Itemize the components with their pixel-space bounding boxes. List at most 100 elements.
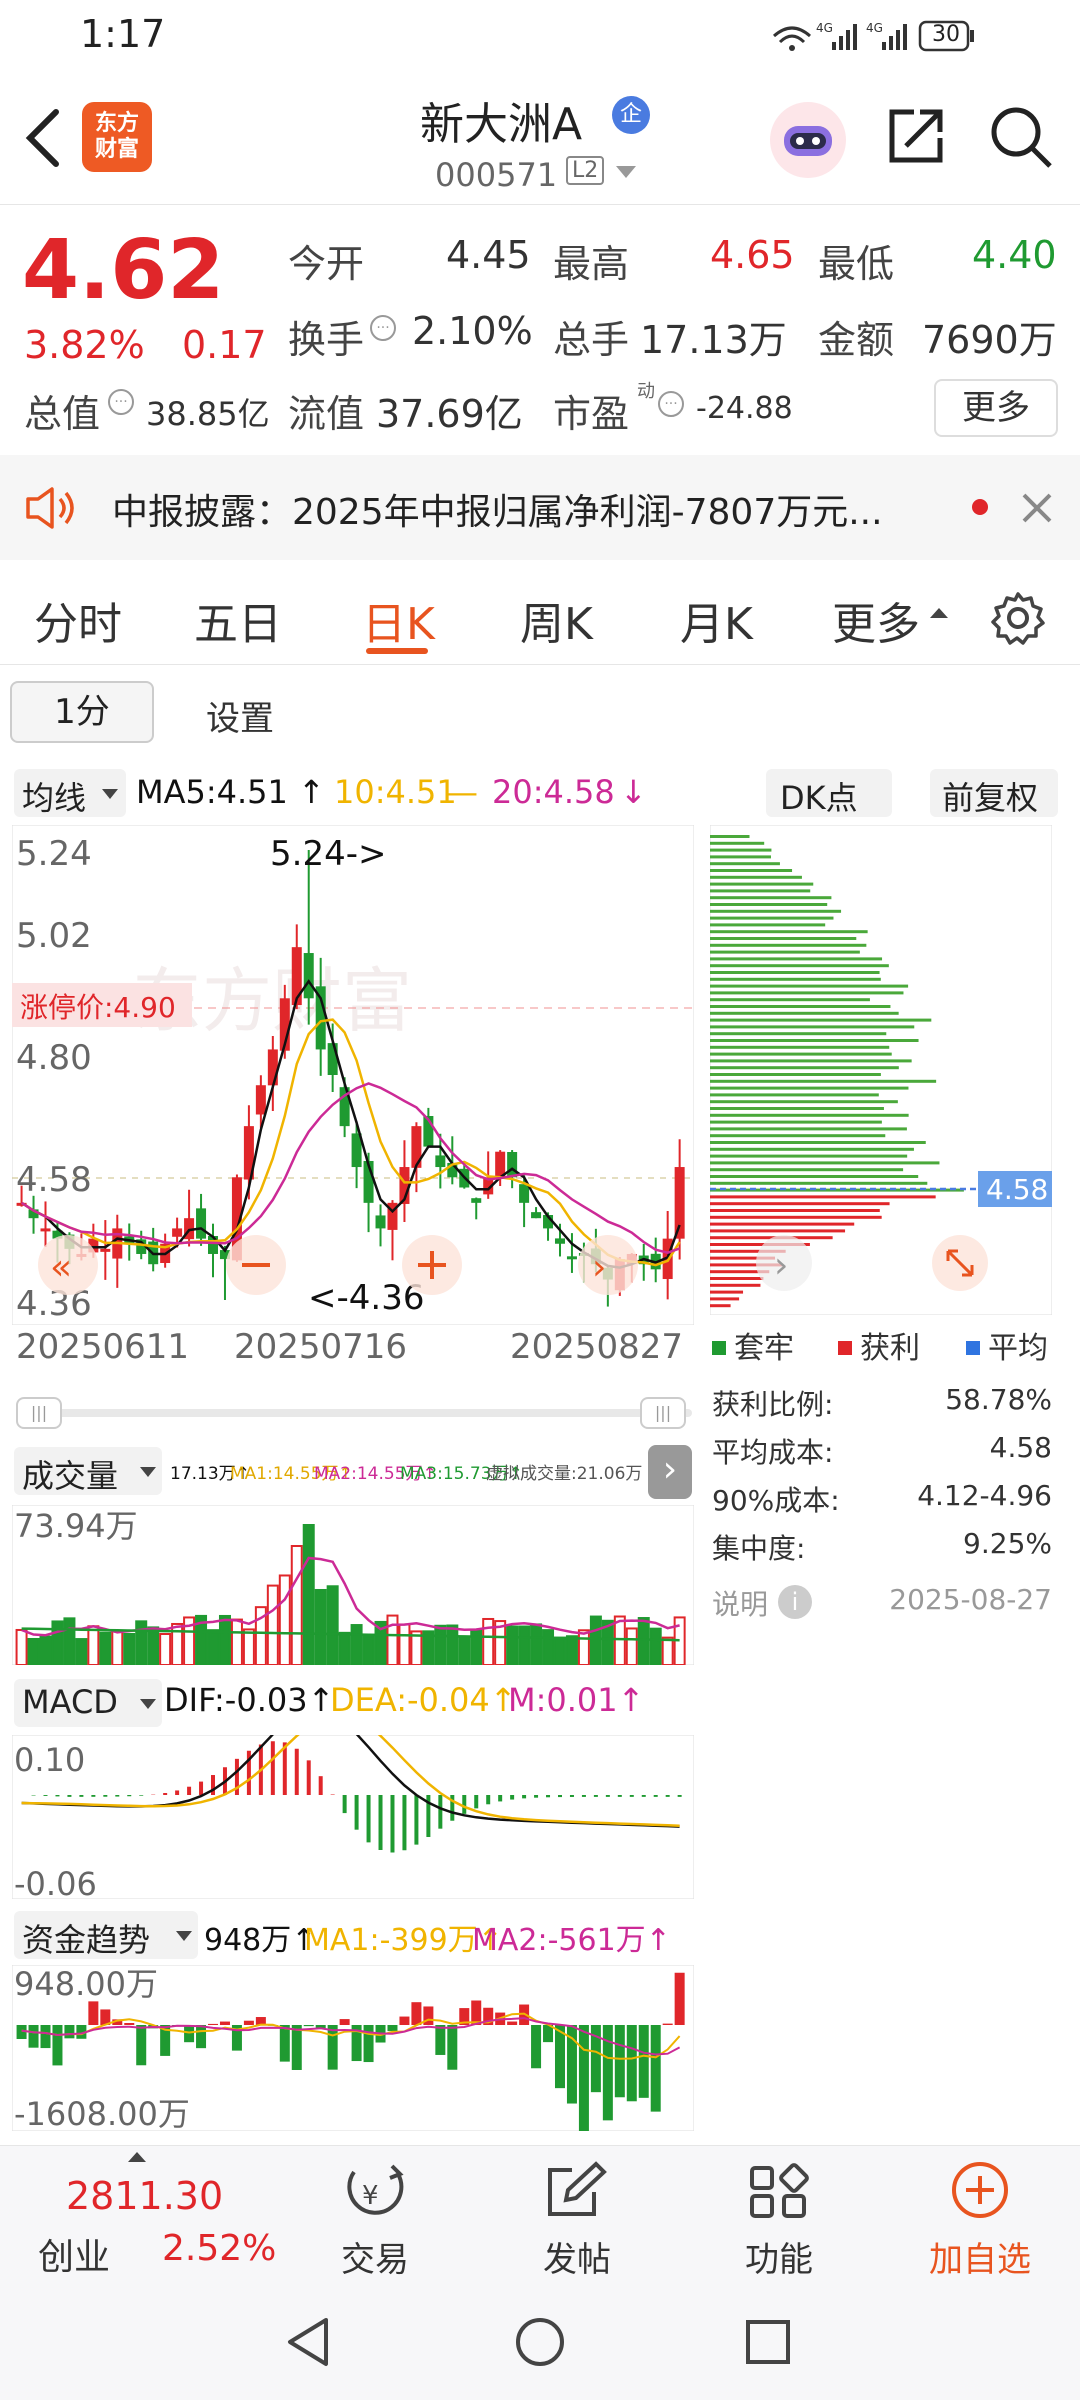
search-icon[interactable] [988, 104, 1054, 170]
chip-bar [710, 1181, 928, 1185]
period-1min-button[interactable]: 1分 [10, 681, 154, 743]
dk-point-button[interactable]: DK点 [766, 769, 892, 817]
chip-bar [710, 1290, 744, 1294]
volume-bar [386, 1614, 399, 1665]
chip-bar [710, 1025, 915, 1029]
notice-text: 中报披露：2025年中报归属净利润-7807万元... [112, 492, 883, 533]
tab-five-day[interactable]: 五日 [194, 588, 282, 652]
index-percent[interactable]: 2.52% [162, 2228, 276, 2269]
share-icon[interactable] [884, 104, 948, 168]
nav-home-icon[interactable] [514, 2316, 566, 2368]
nav-back-icon[interactable] [284, 2316, 334, 2368]
notice-bar[interactable]: 中报披露：2025年中报归属净利润-7807万元... [0, 455, 1080, 560]
double-left-icon: « [50, 1247, 72, 1288]
range-slider-track[interactable] [16, 1409, 692, 1417]
chip-bar [710, 950, 860, 954]
volume-bar [458, 1635, 471, 1665]
add-watchlist-nav-item[interactable]: 加自选 [918, 2160, 1042, 2280]
fund-bar [124, 2023, 135, 2025]
chip-bar [710, 875, 802, 879]
candle-body [531, 1212, 542, 1219]
amount-value: 7690万 [922, 318, 1057, 362]
macd-selector[interactable]: MACD [14, 1679, 162, 1727]
chip-bar [710, 1297, 740, 1301]
tab-more[interactable]: 更多 [832, 588, 920, 652]
expand-panel-button[interactable]: › [648, 1445, 692, 1499]
volume-bar [542, 1629, 555, 1665]
close-icon[interactable] [1020, 491, 1054, 525]
last-price: 4.62 [22, 223, 225, 318]
float-value: 37.69亿 [376, 392, 523, 436]
scroll-right-button[interactable] [578, 1235, 638, 1295]
eastmoney-logo[interactable]: 东方 财富 [82, 102, 152, 172]
fund-trend-selector[interactable]: 资金趋势 [14, 1911, 198, 1959]
tab-intraday[interactable]: 分时 [34, 588, 122, 652]
volume-bar [99, 1631, 112, 1665]
function-nav-item[interactable]: 功能 [734, 2160, 824, 2280]
nav-recents-icon[interactable] [744, 2318, 792, 2366]
caret-down-icon [102, 789, 118, 799]
level2-badge[interactable]: L2 [566, 156, 605, 185]
ma-selector[interactable]: 均线 [14, 769, 126, 817]
chip-bar [710, 1093, 879, 1097]
range-handle-right[interactable]: ||| [640, 1397, 686, 1429]
chip-bar [710, 1195, 936, 1199]
amount-label: 金额 [818, 318, 895, 362]
chip-bar [710, 916, 834, 920]
chip-bar [710, 1086, 909, 1090]
kline-chart[interactable]: 东方财富 涨停价:4.90 5.24 5.02 4.80 4.58 4.36 5… [12, 825, 694, 1325]
adjust-button[interactable]: 前复权 [930, 769, 1058, 817]
chip-bar [710, 848, 772, 852]
gear-icon[interactable] [990, 590, 1046, 646]
chart-area: 均线 MA5:4.51 ↑ 10:4.51 — 20:4.58 ↓ DK点 前复… [0, 765, 1080, 2145]
legend-avg: 平均 [988, 1331, 1048, 1366]
chip-bar [710, 1045, 890, 1049]
fund-bar [638, 2025, 649, 2098]
turnover-info-icon[interactable]: ··· [370, 315, 396, 341]
fund-trend-chart[interactable]: 948.00万 -1608.00万 [12, 1965, 694, 2131]
range-handle-left[interactable]: ||| [16, 1397, 62, 1429]
chip-bar [710, 835, 750, 838]
more-button[interactable]: 更多 [934, 379, 1058, 437]
chip-bar [710, 984, 909, 988]
trade-nav-item[interactable]: ¥ 交易 [330, 2160, 420, 2280]
volume-bar [434, 1624, 447, 1665]
chip-distribution-chart[interactable]: 4.58 › [710, 825, 1052, 1315]
fund-bar [447, 2025, 458, 2070]
tab-monthly-k[interactable]: 月K [680, 588, 753, 652]
candle-body [435, 1155, 446, 1168]
chip-bar [710, 1215, 882, 1219]
dropdown-arrow-icon[interactable] [616, 164, 636, 180]
macd-chart[interactable]: 0.10 -0.06 [12, 1735, 694, 1899]
volume-chart[interactable]: 73.94万 [12, 1505, 694, 1665]
fund-bar [64, 2025, 75, 2039]
chip-bar [710, 1032, 887, 1036]
enterprise-badge: 企 [612, 96, 650, 134]
change-amount: 0.17 [182, 323, 267, 367]
tab-daily-k[interactable]: 日K [362, 588, 435, 652]
assistant-avatar[interactable] [770, 102, 846, 178]
volume-value: 17.13万 [640, 318, 787, 362]
volume-selector[interactable]: 成交量 [14, 1447, 162, 1495]
tab-weekly-k[interactable]: 周K [520, 588, 593, 652]
change-percent: 3.82% [24, 323, 145, 367]
mktcap-value: 38.85亿 [146, 395, 270, 433]
volume-max-label: 73.94万 [14, 1507, 138, 1545]
pe-info-icon[interactable]: ··· [658, 391, 684, 417]
chip-bar [710, 1209, 880, 1212]
fund-bar [662, 2023, 673, 2025]
volume-bar [661, 1636, 674, 1665]
turnover-label: 换手 [288, 318, 365, 362]
index-name[interactable]: 创业 [38, 2228, 110, 2280]
mktcap-info-icon[interactable]: ··· [108, 389, 134, 415]
post-nav-item[interactable]: 发帖 [532, 2160, 622, 2280]
settings-button[interactable]: 设置 [206, 691, 274, 740]
volume-bar [326, 1585, 339, 1665]
index-value[interactable]: 2811.30 [66, 2174, 223, 2218]
macd-m: M:0.01↑ [508, 1681, 645, 1719]
back-icon[interactable] [22, 108, 62, 168]
chip-bar [710, 903, 828, 906]
y-tick-1: 5.24 [16, 834, 92, 874]
fund-bottom-label: -1608.00万 [14, 2095, 190, 2131]
chip-bar [710, 1073, 881, 1076]
